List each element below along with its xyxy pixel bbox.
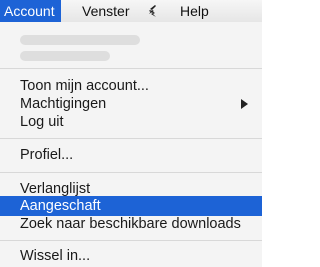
menu-account[interactable]: Account — [0, 0, 61, 22]
menu-item-machtigingen[interactable]: Machtigingen — [0, 94, 262, 114]
blurred-account-name — [20, 35, 140, 45]
menu-item-wissel-in[interactable]: Wissel in... — [0, 246, 262, 266]
blurred-account-email — [20, 51, 110, 61]
menu-separator — [0, 68, 262, 69]
menu-venster[interactable]: Venster — [82, 0, 129, 22]
menu-item-toon-mijn-account[interactable]: Toon mijn account... — [0, 76, 262, 96]
menu-item-log-uit[interactable]: Log uit — [0, 112, 262, 132]
submenu-arrow-icon — [241, 99, 248, 109]
menu-help[interactable]: Help — [180, 0, 209, 22]
menu-item-label: Machtigingen — [20, 96, 107, 112]
script-icon[interactable] — [146, 0, 160, 22]
menu-item-aangeschaft[interactable]: Aangeschaft — [0, 196, 262, 216]
account-dropdown-menu: Toon mijn account... Machtigingen Log ui… — [0, 22, 262, 267]
menu-item-zoek-downloads[interactable]: Zoek naar beschikbare downloads — [0, 214, 262, 234]
menu-bar: Account Venster Help — [0, 0, 262, 23]
menu-separator — [0, 172, 262, 173]
menu-item-profiel[interactable]: Profiel... — [0, 145, 262, 165]
menu-separator — [0, 240, 262, 241]
menu-separator — [0, 138, 262, 139]
